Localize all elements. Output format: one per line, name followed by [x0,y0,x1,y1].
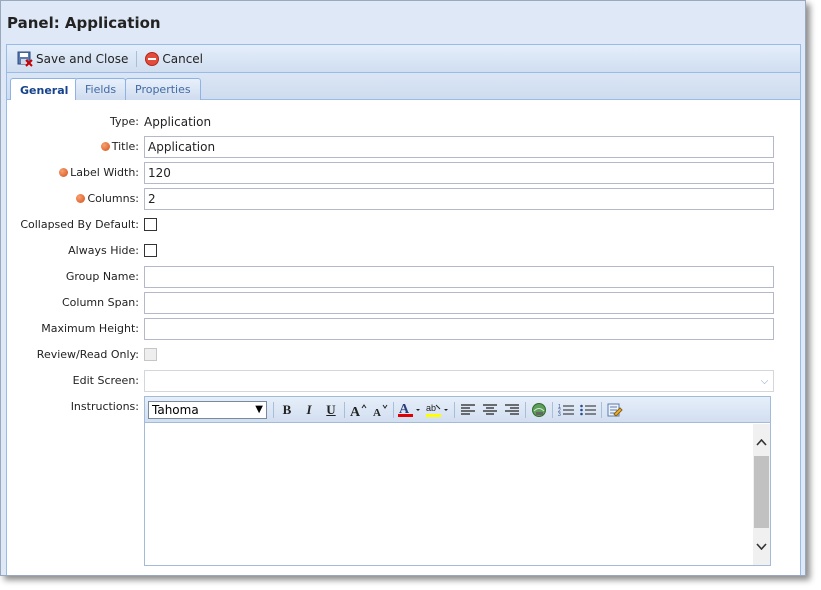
bold-button[interactable]: B [276,400,298,420]
columns-label-text: Columns: [87,192,139,205]
required-icon [100,142,110,151]
label-width-input[interactable]: 120 [144,162,774,184]
columns-input[interactable]: 2 [144,188,774,210]
save-and-close-button[interactable]: Save and Close [13,48,132,70]
align-center-icon[interactable] [479,400,501,420]
edit-screen-label: Edit Screen: [72,374,139,387]
tab-general[interactable]: General [10,78,79,101]
toolbar-separator [136,50,138,67]
instructions-textarea[interactable] [145,424,754,565]
cancel-button[interactable]: Cancel [141,48,207,70]
title-row: Title: Application [7,135,802,159]
required-icon [76,194,86,203]
toolbar: Save and Close Cancel [6,44,801,73]
editor-separator [393,401,394,418]
required-icon [59,168,69,177]
title-label-text: Title: [111,140,139,153]
align-right-icon[interactable] [501,400,523,420]
always-hide-checkbox[interactable] [144,244,157,257]
chevron-up-icon[interactable] [753,434,770,451]
italic-button[interactable]: I [298,400,320,420]
bullet-list-icon[interactable] [577,400,599,420]
underline-button[interactable]: U [320,400,342,420]
editor-separator [601,401,602,418]
review-row: Review/Read Only: [7,343,802,367]
svg-text:ab: ab [426,403,436,413]
column-span-input[interactable] [144,292,774,314]
tab-bar: General Fields Properties [6,73,801,101]
collapsed-checkbox[interactable] [144,218,157,231]
columns-label: Columns: [76,187,139,211]
window-title: Panel: Application [7,13,161,32]
svg-text:A: A [373,407,381,418]
svg-text:3: 3 [558,412,561,417]
type-label: Type: [110,115,139,128]
insert-link-icon[interactable] [528,400,550,420]
chevron-down-icon: ▼ [255,404,263,415]
scrollbar-thumb[interactable] [754,456,769,528]
instructions-editor: Tahoma ▼ B I U A A A ab 1 2 3 [144,396,771,566]
collapsed-row: Collapsed By Default: [7,213,802,237]
group-name-input[interactable] [144,266,774,288]
always-hide-label: Always Hide: [68,244,139,257]
group-name-label: Group Name: [65,270,139,283]
chevron-down-icon[interactable]: ⌵ [756,371,773,391]
instructions-label: Instructions: [70,400,139,413]
max-height-row: Maximum Height: [7,317,802,341]
collapsed-label: Collapsed By Default: [20,218,139,231]
form-content: Type: Application Title: Application Lab… [6,100,802,575]
group-name-row: Group Name: [7,265,802,289]
label-width-row: Label Width: 120 [7,161,802,185]
label-width-label-text: Label Width: [70,166,139,179]
editor-separator [454,401,455,418]
column-span-row: Column Span: [7,291,802,315]
svg-text:A: A [350,405,361,418]
editor-separator [525,401,526,418]
align-left-icon[interactable] [457,400,479,420]
max-height-label: Maximum Height: [41,322,139,335]
editor-separator [552,401,553,418]
tab-properties[interactable]: Properties [125,78,201,100]
edit-screen-combo[interactable]: ⌵ [144,370,774,392]
highlight-color-icon[interactable]: ab [424,400,452,420]
font-color-icon[interactable]: A [396,400,424,420]
tab-fields[interactable]: Fields [75,78,127,100]
editor-toolbar: Tahoma ▼ B I U A A A ab 1 2 3 [145,397,770,423]
editor-separator [344,401,345,418]
title-input[interactable]: Application [144,136,774,158]
label-width-label: Label Width: [59,161,139,185]
max-height-input[interactable] [144,318,774,340]
editor-separator [273,401,274,418]
title-label: Title: [100,135,139,159]
column-span-label: Column Span: [61,296,139,309]
editor-scrollbar[interactable] [753,424,770,565]
decrease-font-icon[interactable]: A [369,400,391,420]
type-row: Type: Application [7,110,802,134]
columns-row: Columns: 2 [7,187,802,211]
cancel-label: Cancel [162,51,204,66]
type-value: Application [144,115,212,129]
review-label: Review/Read Only: [36,348,139,361]
source-edit-icon[interactable] [604,400,626,420]
save-close-icon [17,51,33,67]
edit-screen-row: Edit Screen: ⌵ [7,369,802,393]
increase-font-icon[interactable]: A [347,400,369,420]
cancel-icon [145,51,160,66]
save-and-close-label: Save and Close [36,51,129,66]
panel-window: Panel: Application Save and Close Cancel… [0,0,806,576]
title-bar: Panel: Application [1,1,805,44]
font-select-value: Tahoma [152,402,199,417]
review-checkbox [144,348,157,361]
numbered-list-icon[interactable]: 123 [555,400,577,420]
chevron-down-icon[interactable] [753,538,770,555]
always-hide-row: Always Hide: [7,239,802,263]
font-select[interactable]: Tahoma ▼ [148,400,267,419]
